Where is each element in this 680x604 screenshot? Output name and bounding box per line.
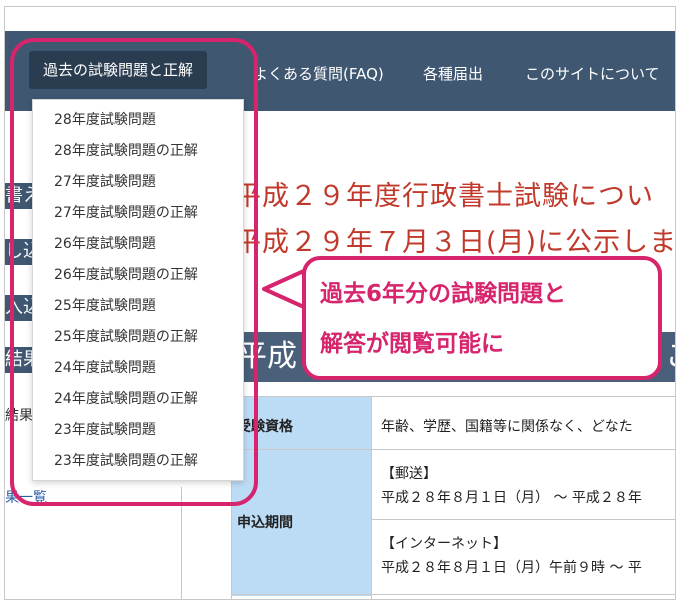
table-border — [371, 396, 372, 599]
callout-pointer — [262, 268, 306, 310]
callout-text-line-1: 過去6年分の試験問題と — [320, 281, 567, 307]
highlight-outline — [10, 38, 258, 506]
nav-faq[interactable]: よくある質問(FAQ) — [253, 65, 384, 83]
annotation-callout — [302, 256, 662, 380]
callout-text-line-2: 解答が閲覧可能に — [320, 331, 504, 357]
section-banner-tail: こ — [665, 341, 675, 373]
table-border — [231, 449, 675, 450]
table-border — [231, 594, 675, 595]
table-head-application-period: 申込期間 — [237, 515, 293, 531]
nav-about-site[interactable]: このサイトについて — [525, 65, 660, 83]
table-border — [231, 396, 675, 397]
table-cell-mail-value: 平成２８年８月１日（月） ～ 平成２８年 — [381, 490, 642, 506]
table-cell-net-value: 平成２８年８月１日（月）午前９時 ～ 平 — [381, 560, 642, 576]
notice-line-2: 平成２９年７月３日(月)に公示しま — [234, 227, 676, 258]
table-cell-eligibility: 年齢、学歴、国籍等に関係なく、どなた — [381, 419, 633, 435]
table-cell-mail-label: 【郵送】 — [381, 466, 437, 482]
table-cell-net-label: 【インターネット】 — [381, 536, 507, 552]
table-border — [371, 519, 675, 520]
nav-notifications[interactable]: 各種届出 — [423, 65, 483, 83]
notice-line-1: 平成２９年度行政書士試験につい — [234, 181, 654, 212]
